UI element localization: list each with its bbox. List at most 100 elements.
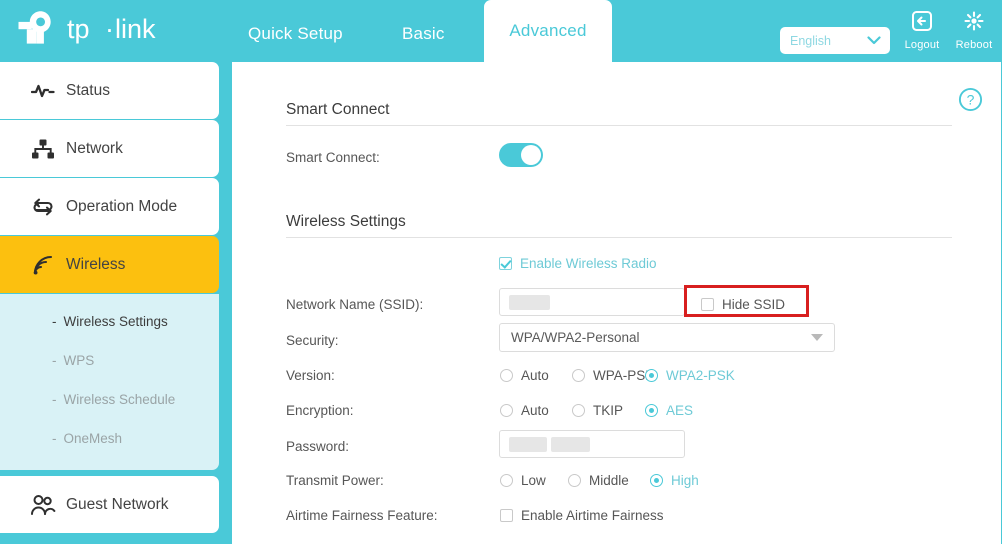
logout-button[interactable]: Logout: [898, 8, 946, 51]
hide-ssid-label: Hide SSID: [722, 297, 786, 312]
smart-connect-heading: Smart Connect: [286, 101, 390, 118]
pulse-icon: [28, 81, 58, 101]
sidebar-item-label: Network: [66, 139, 123, 157]
transmit-power-label: Transmit Power:: [286, 473, 384, 488]
encryption-label: Encryption:: [286, 403, 354, 418]
radio-button: [645, 404, 658, 417]
svg-text:·: ·: [105, 14, 114, 44]
smart-connect-row-label: Smart Connect:: [286, 150, 380, 165]
transmit-power-option-label: Low: [521, 473, 546, 488]
svg-text:link: link: [115, 14, 156, 44]
sidebar-subitem-label: Wireless Settings: [63, 314, 168, 329]
security-label: Security:: [286, 333, 339, 348]
sidebar-item-status[interactable]: Status: [0, 62, 219, 119]
transmit-power-option-label: High: [671, 473, 699, 488]
version-option-label: Auto: [521, 368, 549, 383]
version-option-auto[interactable]: Auto: [500, 368, 549, 383]
sidebar-nav: Status Network Operation Mode Wireless -…: [0, 62, 232, 544]
tab-basic[interactable]: Basic: [402, 24, 445, 44]
airtime-fairness-label: Airtime Fairness Feature:: [286, 508, 438, 523]
hide-ssid-checkbox[interactable]: Hide SSID: [701, 297, 785, 312]
transmit-power-option-label: Middle: [589, 473, 629, 488]
radio-button: [572, 369, 585, 382]
security-value: WPA/WPA2-Personal: [511, 330, 640, 345]
encryption-option-label: Auto: [521, 403, 549, 418]
radio-button: [645, 369, 658, 382]
sidebar-item-label: Guest Network: [66, 495, 169, 513]
transmit-power-option-high[interactable]: High: [650, 473, 699, 488]
checkbox-box: [701, 298, 714, 311]
version-option-wpa2-psk[interactable]: WPA2-PSK: [645, 368, 735, 383]
transmit-power-option-low[interactable]: Low: [500, 473, 546, 488]
sidebar-subitem-label: OneMesh: [63, 431, 123, 446]
password-input[interactable]: [499, 430, 685, 458]
people-icon: [28, 494, 58, 516]
sidebar-item-wireless[interactable]: Wireless: [0, 236, 219, 293]
sidebar-subitem-wireless-settings[interactable]: - Wireless Settings: [0, 302, 219, 341]
router-admin-page: tp · link Quick Setup Basic Advanced Eng…: [0, 0, 1002, 544]
sitemap-icon: [28, 138, 58, 160]
enable-wireless-radio-checkbox[interactable]: Enable Wireless Radio: [499, 256, 657, 271]
sidebar-item-label: Operation Mode: [66, 197, 178, 215]
wireless-settings-divider: [286, 237, 952, 238]
toggle-knob: [521, 145, 541, 165]
sidebar-item-operation-mode[interactable]: Operation Mode: [0, 178, 219, 235]
dash-marker: -: [52, 392, 57, 407]
logout-label: Logout: [904, 39, 940, 51]
sidebar-item-label: Wireless: [66, 255, 126, 273]
checkbox-box: [500, 509, 513, 522]
reboot-label: Reboot: [955, 39, 993, 51]
security-select[interactable]: WPA/WPA2-Personal: [499, 323, 835, 352]
password-redaction-2: [551, 437, 590, 452]
svg-text:tp: tp: [67, 14, 90, 44]
tab-advanced[interactable]: Advanced: [484, 0, 612, 62]
version-option-wpa-psk[interactable]: WPA-PSK: [572, 368, 654, 383]
logout-icon: [898, 8, 946, 36]
radio-button: [568, 474, 581, 487]
encryption-option-auto[interactable]: Auto: [500, 403, 549, 418]
ssid-redaction: [509, 295, 550, 310]
encryption-option-tkip[interactable]: TKIP: [572, 403, 623, 418]
dash-marker: -: [52, 353, 57, 368]
sidebar-item-guest-network[interactable]: Guest Network: [0, 476, 219, 533]
help-circle-icon[interactable]: ?: [958, 87, 983, 112]
radio-button: [650, 474, 663, 487]
tab-quick-setup[interactable]: Quick Setup: [248, 24, 343, 44]
radio-button: [572, 404, 585, 417]
wireless-submenu: - Wireless Settings - WPS - Wireless Sch…: [0, 294, 219, 470]
sidebar-subitem-label: WPS: [63, 353, 95, 368]
chevron-down-icon: [867, 36, 881, 45]
dash-marker: -: [52, 431, 57, 446]
language-value: English: [790, 33, 831, 48]
sidebar-subitem-wps[interactable]: - WPS: [0, 341, 219, 380]
svg-text:?: ?: [967, 92, 975, 108]
ssid-label: Network Name (SSID):: [286, 297, 424, 312]
language-select[interactable]: English: [780, 27, 890, 54]
tp-link-logo: tp · link: [10, 6, 210, 56]
radio-button: [500, 369, 513, 382]
sidebar-subitem-onemesh[interactable]: - OneMesh: [0, 419, 219, 458]
transmit-power-option-middle[interactable]: Middle: [568, 473, 629, 488]
sidebar-subitem-wireless-schedule[interactable]: - Wireless Schedule: [0, 380, 219, 419]
radio-button: [500, 404, 513, 417]
dash-marker: -: [52, 314, 57, 329]
smart-connect-toggle[interactable]: [499, 143, 543, 167]
sidebar-item-network[interactable]: Network: [0, 120, 219, 177]
encryption-option-label: AES: [666, 403, 694, 418]
radio-button: [500, 474, 513, 487]
airtime-fairness-checkbox[interactable]: Enable Airtime Fairness: [500, 508, 664, 523]
wifi-signal-icon: [28, 254, 58, 276]
encryption-option-aes[interactable]: AES: [645, 403, 693, 418]
wireless-settings-heading: Wireless Settings: [286, 213, 406, 230]
version-label: Version:: [286, 368, 335, 383]
cycle-arrows-icon: [28, 196, 58, 218]
sidebar-subitem-label: Wireless Schedule: [63, 392, 176, 407]
reboot-icon: [950, 8, 998, 36]
airtime-fairness-checkbox-label: Enable Airtime Fairness: [521, 508, 664, 523]
reboot-button[interactable]: Reboot: [950, 8, 998, 51]
encryption-option-label: TKIP: [593, 403, 624, 418]
checkbox-box: [499, 257, 512, 270]
enable-wireless-radio-label: Enable Wireless Radio: [520, 256, 657, 271]
sidebar-item-label: Status: [66, 81, 110, 99]
ssid-input[interactable]: [499, 288, 685, 316]
